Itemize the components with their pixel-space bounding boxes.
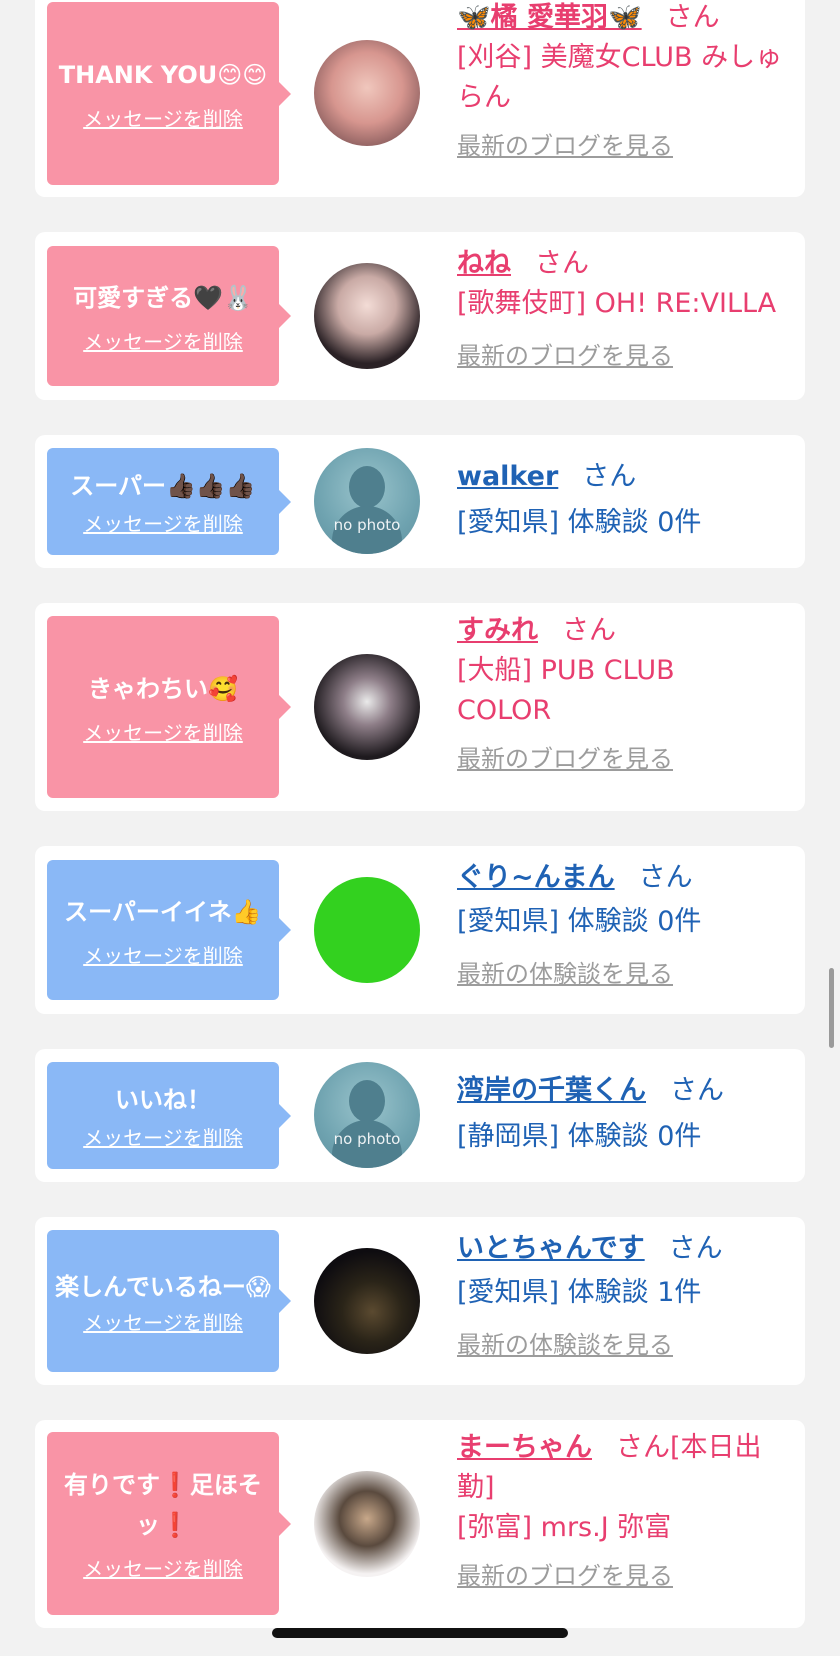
- username-link[interactable]: ねね: [457, 248, 511, 279]
- honorific: さん: [665, 2, 720, 33]
- username-link[interactable]: 湾岸の千葉くん: [457, 1075, 646, 1106]
- message-card: 可愛すぎる🖤🐰 メッセージを削除 ねね さん [歌舞伎町] OH! RE:VILL…: [35, 232, 805, 400]
- honorific: さん: [582, 461, 637, 492]
- message-bubble: 有りです❗️足ほそッ❗️ メッセージを削除: [47, 1432, 291, 1615]
- avatar[interactable]: [314, 877, 420, 983]
- username-link[interactable]: まーちゃん: [457, 1432, 592, 1463]
- message-bubble: 楽しんでいるねー😱 メッセージを削除: [47, 1230, 291, 1372]
- latest-review-link[interactable]: 最新の体験談を見る: [457, 954, 785, 989]
- message-card: 有りです❗️足ほそッ❗️ メッセージを削除 まーちゃん さん[本日出勤] [弥富]…: [35, 1420, 805, 1628]
- username-link[interactable]: 🦋橘 愛華羽🦋: [457, 2, 642, 33]
- message-card: スーパーイイネ👍 メッセージを削除 ぐり~んまん さん [愛知県] 体験談 0件 …: [35, 846, 805, 1014]
- avatar[interactable]: no photo: [314, 1062, 420, 1168]
- avatar[interactable]: [314, 40, 420, 146]
- message-text: THANK YOU😊😊: [58, 61, 268, 89]
- delete-message-link[interactable]: メッセージを削除: [83, 326, 243, 355]
- delete-message-link[interactable]: メッセージを削除: [83, 1122, 243, 1151]
- shop-name: [歌舞伎町] OH! RE:VILLA: [457, 288, 777, 319]
- message-card: きゃわちい🥰 メッセージを削除 すみれ さん [大船] PUB CLUB COLO…: [35, 603, 805, 811]
- shop-name: [愛知県] 体験談 1件: [457, 1277, 702, 1308]
- message-text: スーパー👍🏿👍🏿👍🏿: [70, 472, 256, 500]
- scrollbar[interactable]: [829, 968, 834, 1048]
- username-link[interactable]: ぐり~んまん: [457, 862, 615, 893]
- delete-message-link[interactable]: メッセージを削除: [83, 717, 243, 746]
- avatar[interactable]: [314, 654, 420, 760]
- shop-name: [大船] PUB CLUB COLOR: [457, 655, 675, 726]
- latest-blog-link[interactable]: 最新のブログを見る: [457, 1556, 785, 1591]
- message-bubble: スーパーイイネ👍 メッセージを削除: [47, 860, 291, 1000]
- no-photo-placeholder-icon: no photo: [314, 1062, 420, 1168]
- message-text: 有りです❗️足ほそッ❗️: [64, 1471, 262, 1539]
- message-bubble: いいね！ メッセージを削除: [47, 1062, 291, 1169]
- shop-name: [刈谷] 美魔女CLUB みしゅらん: [457, 42, 783, 113]
- message-card: 楽しんでいるねー😱 メッセージを削除 いとちゃんです さん [愛知県] 体験談 1…: [35, 1217, 805, 1385]
- message-text: きゃわちい🥰: [88, 674, 238, 703]
- delete-message-link[interactable]: メッセージを削除: [83, 103, 243, 132]
- message-bubble: きゃわちい🥰 メッセージを削除: [47, 616, 291, 798]
- honorific: さん: [562, 615, 616, 646]
- username-link[interactable]: いとちゃんです: [457, 1233, 645, 1264]
- latest-review-link[interactable]: 最新の体験談を見る: [457, 1325, 785, 1360]
- shop-name: [静岡県] 体験談 0件: [457, 1121, 702, 1152]
- honorific: さん: [535, 248, 589, 279]
- avatar[interactable]: [314, 263, 420, 369]
- message-bubble: 可愛すぎる🖤🐰 メッセージを削除: [47, 246, 291, 386]
- honorific: さん: [668, 1233, 723, 1264]
- no-photo-placeholder-icon: no photo: [314, 448, 420, 554]
- shop-name: [愛知県] 体験談 0件: [457, 507, 702, 538]
- latest-blog-link[interactable]: 最新のブログを見る: [457, 126, 785, 161]
- message-card: いいね！ メッセージを削除 no photo 湾岸の千葉くん さん [静岡県] 体…: [35, 1049, 805, 1182]
- avatar[interactable]: [314, 1248, 420, 1354]
- message-bubble: スーパー👍🏿👍🏿👍🏿 メッセージを削除: [47, 448, 291, 555]
- honorific: さん: [670, 1075, 724, 1106]
- delete-message-link[interactable]: メッセージを削除: [83, 1307, 243, 1336]
- avatar[interactable]: [314, 1471, 420, 1577]
- latest-blog-link[interactable]: 最新のブログを見る: [457, 739, 785, 774]
- message-card: THANK YOU😊😊 メッセージを削除 🦋橘 愛華羽🦋 さん [刈谷] 美魔女C…: [35, 0, 805, 197]
- shop-name: [愛知県] 体験談 0件: [457, 906, 702, 937]
- message-bubble: THANK YOU😊😊 メッセージを削除: [47, 2, 291, 185]
- home-indicator[interactable]: [272, 1628, 568, 1638]
- username-link[interactable]: すみれ: [457, 615, 538, 646]
- shop-name: [弥富] mrs.J 弥富: [457, 1512, 672, 1543]
- honorific: さん: [638, 862, 693, 893]
- delete-message-link[interactable]: メッセージを削除: [83, 1553, 243, 1582]
- message-text: 楽しんでいるねー😱: [55, 1272, 271, 1301]
- message-text: スーパーイイネ👍: [64, 897, 262, 926]
- delete-message-link[interactable]: メッセージを削除: [83, 940, 243, 969]
- latest-blog-link[interactable]: 最新のブログを見る: [457, 336, 785, 371]
- message-text: いいね！: [115, 1086, 211, 1114]
- message-card: スーパー👍🏿👍🏿👍🏿 メッセージを削除 no photo walker さん [愛…: [35, 435, 805, 568]
- username-link[interactable]: walker: [457, 461, 558, 492]
- avatar[interactable]: no photo: [314, 448, 420, 554]
- delete-message-link[interactable]: メッセージを削除: [83, 508, 243, 537]
- message-text: 可愛すぎる🖤🐰: [73, 283, 253, 312]
